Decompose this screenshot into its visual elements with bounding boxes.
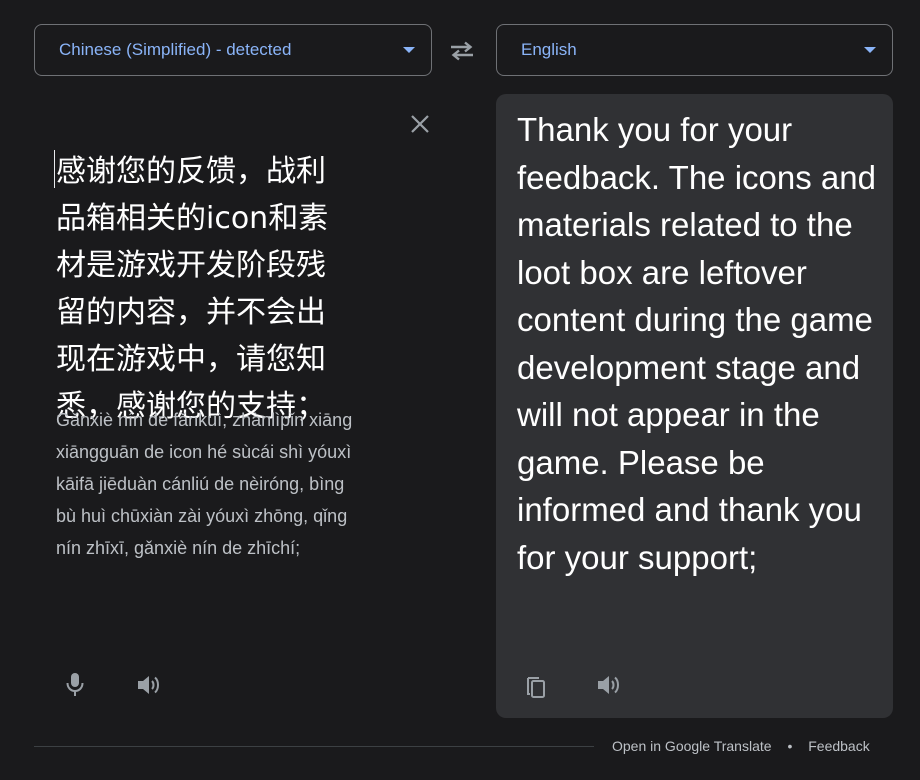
source-language-select[interactable]: Chinese (Simplified) - detected xyxy=(34,24,432,76)
swap-languages-button[interactable] xyxy=(446,36,478,66)
source-text-line: 材是游戏开发阶段残 xyxy=(56,248,326,283)
pinyin-line: bù huì chūxiàn zài yóuxì zhōng, qǐng xyxy=(56,506,348,526)
footer-separator: • xyxy=(787,738,793,754)
target-language-select[interactable]: English xyxy=(496,24,893,76)
source-text-line: 现在游戏中，请您知 xyxy=(56,342,326,377)
pinyin-line: xiāngguān de icon hé sùcái shì yóuxì xyxy=(56,442,352,462)
caret-down-icon xyxy=(403,47,415,53)
translation-text: Thank you for your feedback. The icons a… xyxy=(517,111,876,576)
feedback-link[interactable]: Feedback xyxy=(808,738,869,754)
pinyin-transliteration: Gǎnxiè nín de fǎnkuì, zhànlìpǐn xiāng xi… xyxy=(56,404,406,564)
speaker-icon xyxy=(598,676,619,694)
source-text-line: 品箱相关的icon和素 xyxy=(56,201,329,236)
source-language-label: Chinese (Simplified) - detected xyxy=(59,40,292,59)
translation-panel: Thank you for your feedback. The icons a… xyxy=(496,94,893,718)
source-panel[interactable]: 感谢您的反馈，战利 品箱相关的icon和素 材是游戏开发阶段残 留的内容，并不会… xyxy=(34,94,432,718)
close-icon xyxy=(411,115,429,133)
pinyin-line: Gǎnxiè nín de fǎnkuì, zhànlìpǐn xiāng xyxy=(56,410,353,430)
pinyin-line: nín zhīxī, gǎnxiè nín de zhīchí; xyxy=(56,538,301,558)
speaker-icon xyxy=(138,676,159,694)
source-text-line: 感谢您的反馈，战利 xyxy=(56,154,326,189)
copy-translation-button[interactable] xyxy=(518,669,554,705)
swap-arrows-icon xyxy=(451,41,473,61)
open-in-google-translate-link[interactable]: Open in Google Translate xyxy=(612,738,772,754)
source-text-line: 留的内容，并不会出 xyxy=(56,295,326,330)
target-language-label: English xyxy=(521,40,577,59)
microphone-icon xyxy=(66,673,84,696)
copy-icon xyxy=(527,677,545,698)
footer: Open in Google Translate • Feedback xyxy=(612,738,870,754)
pinyin-line: kāifā jiēduàn cánliú de nèiróng, bìng xyxy=(56,474,345,494)
clear-text-button[interactable] xyxy=(404,108,436,140)
caret-down-icon xyxy=(864,47,876,53)
source-listen-button[interactable] xyxy=(131,667,167,703)
text-cursor xyxy=(54,150,55,188)
translation-listen-button[interactable] xyxy=(591,667,627,703)
footer-divider xyxy=(34,746,594,747)
microphone-button[interactable] xyxy=(57,667,93,703)
